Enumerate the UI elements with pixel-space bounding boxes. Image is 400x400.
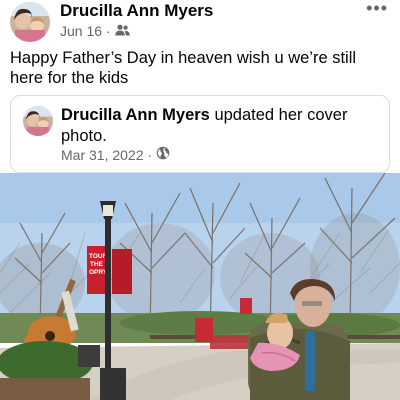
shared-author-name[interactable]: Drucilla Ann Myers [61, 106, 210, 124]
shared-meta: Mar 31, 2022 · [61, 146, 170, 163]
public-globe-icon[interactable] [156, 146, 170, 163]
meta-separator: · [147, 146, 153, 163]
banner-text-line-1: TOUR [89, 253, 108, 260]
cover-photo[interactable]: TOUR THE OPRY [0, 173, 400, 400]
banner-text-line-2: THE [90, 261, 104, 268]
author-avatar[interactable] [10, 2, 50, 42]
cover-photo-image: TOUR THE OPRY [0, 173, 400, 400]
post-text: Happy Father’s Day in heaven wish u we’r… [10, 49, 357, 87]
friends-icon[interactable] [114, 23, 130, 39]
post-date[interactable]: Jun 16 [60, 23, 102, 39]
shared-cover-photo-card[interactable]: Drucilla Ann Myers updated her cover pho… [10, 95, 390, 173]
post-header: Drucilla Ann Myers Jun 16 · ••• [10, 0, 392, 44]
shared-title: Drucilla Ann Myers updated her cover pho… [61, 105, 379, 147]
post-meta: Jun 16 · [60, 23, 130, 39]
meta-separator: · [106, 23, 111, 39]
shared-date[interactable]: Mar 31, 2022 [61, 147, 144, 163]
shared-author-avatar[interactable] [23, 106, 53, 136]
more-options-icon[interactable]: ••• [366, 0, 388, 19]
post-author-name[interactable]: Drucilla Ann Myers [60, 1, 213, 21]
